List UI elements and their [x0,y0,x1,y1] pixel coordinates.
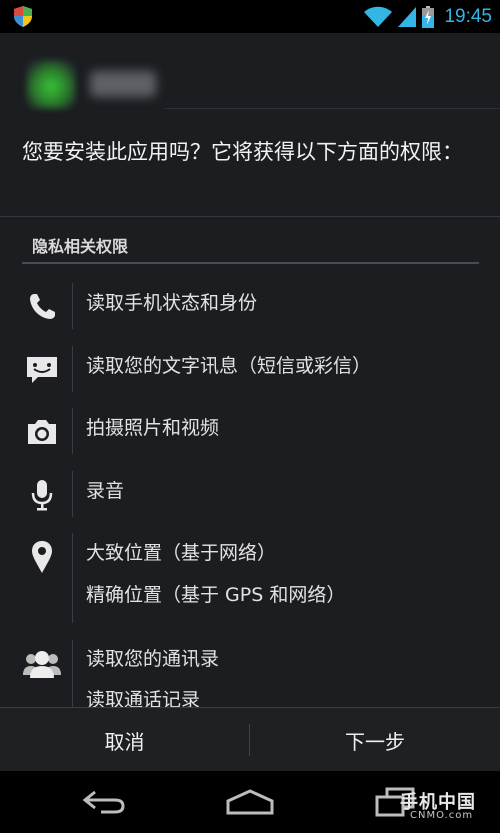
watermark: 手机中国 CNMO.com [370,788,490,828]
app-name: 微信 [90,71,156,97]
location-pin-icon [22,537,62,577]
permission-item-phone-state: 读取手机状态和身份 [0,283,500,329]
section-rule [22,262,479,264]
permission-separator [72,346,73,392]
permission-label: 精确位置（基于 GPS 和网络） [86,584,346,606]
app-icon [26,59,76,109]
permission-label: 大致位置（基于网络） [86,542,277,564]
permission-separator [72,408,73,454]
permission-item-camera: 拍摄照片和视频 [0,408,500,454]
camera-icon [22,412,62,452]
permission-label: 录音 [86,480,125,502]
permission-item-messages: 读取您的文字讯息（短信或彩信） [0,346,500,392]
home-icon[interactable] [220,783,280,821]
install-prompt: 您要安装此应用吗？它将获得以下方面的权限： [22,140,463,164]
permission-separator [72,283,73,329]
permission-item-record-audio: 录音 [0,471,500,517]
header-divider [165,108,500,109]
signal-icon [398,6,417,27]
battery-charging-icon [422,5,435,28]
permission-separator [72,640,73,708]
permission-separator [72,471,73,517]
navigation-bar: 手机中国 CNMO.com [0,771,500,833]
status-icons: 19:45 [364,0,492,33]
cancel-button[interactable]: 取消 [0,708,249,772]
permission-label: 读取手机状态和身份 [86,292,258,314]
microphone-icon [22,475,62,515]
permission-separator [72,533,73,623]
back-icon[interactable] [74,783,134,821]
button-bar: 取消 下一步 [0,707,500,772]
permission-item-location: 大致位置（基于网络） 精确位置（基于 GPS 和网络） [0,533,500,623]
contacts-icon [22,644,62,684]
section-divider [0,216,500,217]
permission-label: 读取您的通讯录 [86,648,220,670]
permission-label: 读取您的文字讯息（短信或彩信） [86,355,372,377]
wifi-icon [364,6,393,27]
permission-label: 拍摄照片和视频 [86,417,220,439]
section-title: 隐私相关权限 [32,237,129,256]
watermark-subtitle: CNMO.com [410,810,474,821]
shield-icon [14,6,32,27]
phone-icon [22,287,62,327]
app-header: 微信 [0,33,500,123]
next-step-button[interactable]: 下一步 [250,708,500,772]
message-icon [22,350,62,390]
permission-item-contacts: 读取您的通讯录 读取通话记录 [0,640,500,711]
status-bar: 19:45 [0,0,500,33]
clock: 19:45 [444,5,492,27]
